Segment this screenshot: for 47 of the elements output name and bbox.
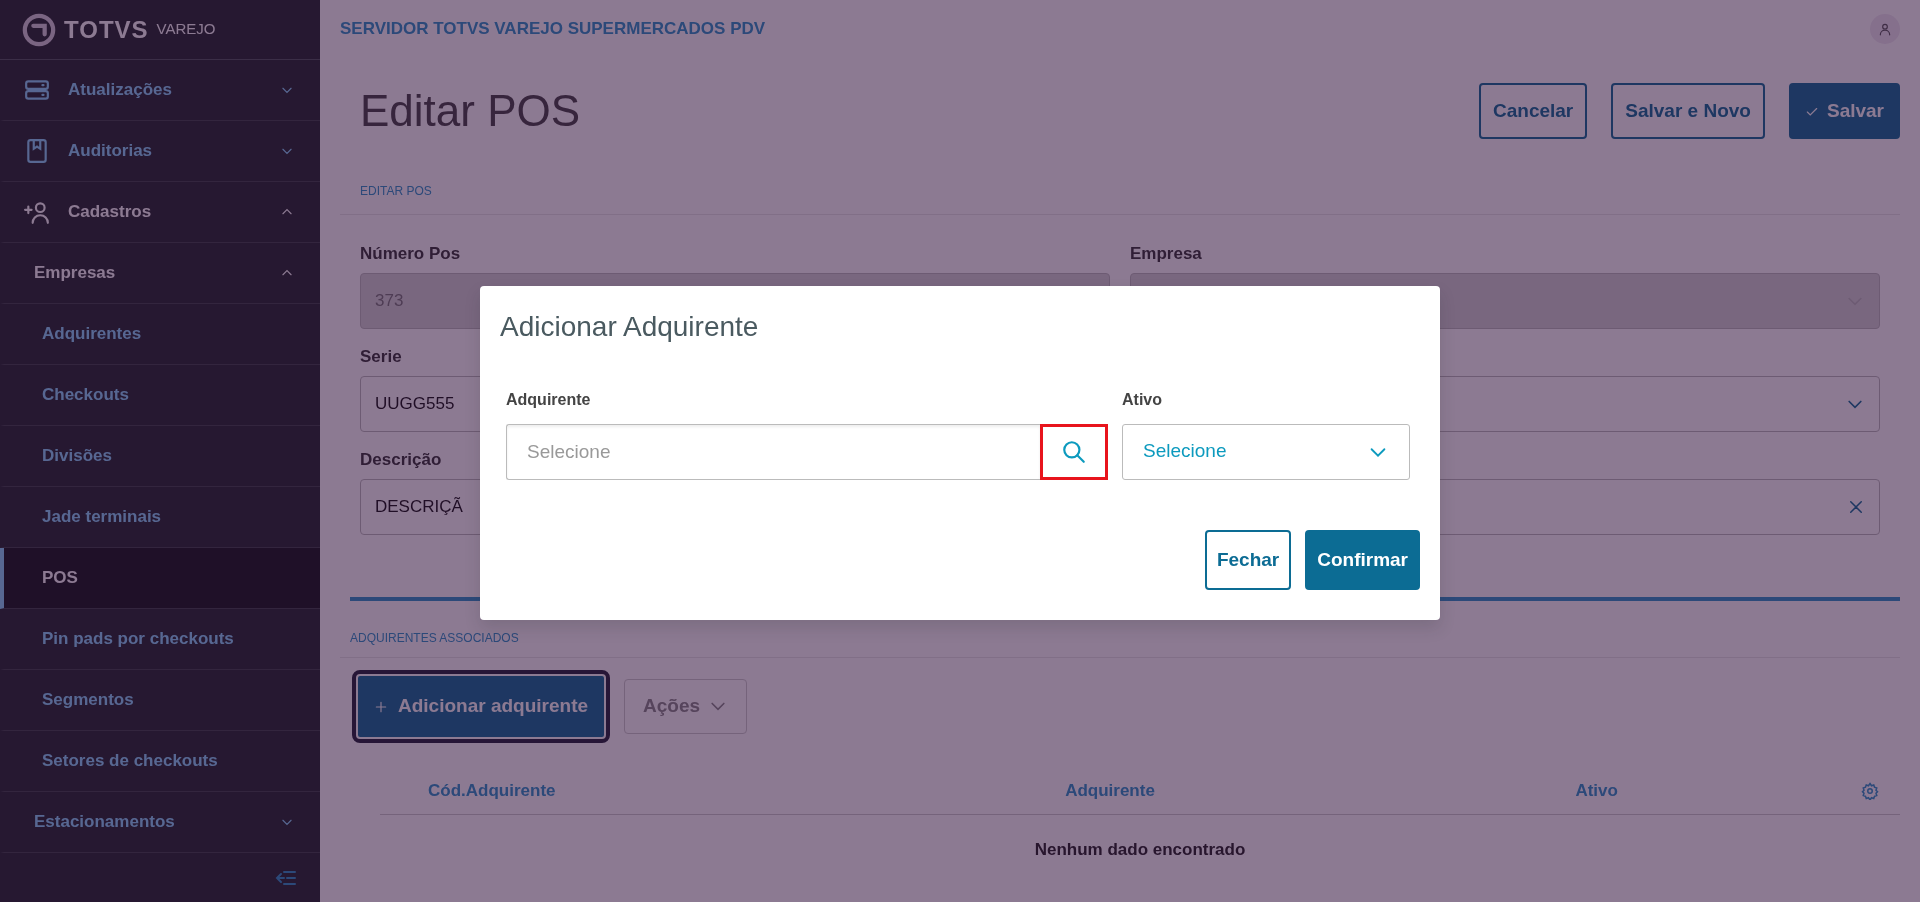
modal-button[interactable]: Confirmar	[1305, 529, 1420, 591]
plus-icon	[374, 700, 388, 714]
field-label: Ativo	[1122, 389, 1163, 410]
empty-message: Nenhum dado encontrado	[1034, 839, 1246, 859]
page-title: Editar POS	[360, 84, 581, 137]
sidebar-item[interactable]: Adquirentes	[0, 304, 320, 365]
sidebar-item[interactable]: Setores de checkouts	[0, 731, 320, 792]
input-field[interactable]: Selecione	[506, 423, 1040, 480]
field-label: Adquirente	[506, 389, 592, 410]
search-button[interactable]	[1040, 423, 1108, 480]
action-button[interactable]: Salvar	[1788, 82, 1900, 140]
sidebar-item[interactable]: Estacionamentos	[0, 792, 320, 853]
sidebar-item[interactable]: Auditorias	[0, 121, 320, 182]
book-icon	[24, 138, 50, 164]
table-settings-button[interactable]	[1861, 782, 1879, 800]
field-label: Serie	[360, 347, 402, 366]
clear-icon	[1847, 498, 1865, 516]
user-icon	[1878, 22, 1892, 36]
modal-title: Adicionar Adquirente	[500, 310, 760, 344]
action-button[interactable]: Salvar e Novo	[1611, 82, 1765, 140]
column-header[interactable]: Ativo	[1575, 778, 1618, 804]
column-header[interactable]: Cód.Adquirente	[380, 778, 867, 804]
column-header[interactable]: Adquirente	[1065, 778, 1155, 804]
add-user-icon	[24, 199, 50, 225]
sidebar-item[interactable]: Empresas	[0, 243, 320, 304]
product-name: VAREJO	[156, 19, 216, 40]
sidebar-item[interactable]: Divisões	[0, 426, 320, 487]
action-button[interactable]: Cancelar	[1479, 82, 1588, 140]
field-label: Número Pos	[360, 244, 461, 263]
user-avatar-button[interactable]	[1870, 14, 1900, 44]
app-title: SERVIDOR TOTVS VAREJO SUPERMERCADOS PDV	[340, 18, 766, 41]
sidebar-item[interactable]: Checkouts	[0, 365, 320, 426]
gear-icon	[1861, 782, 1879, 800]
server-icon	[24, 77, 50, 103]
brand-name: TOTVS	[64, 14, 149, 45]
modal-button[interactable]: Fechar	[1204, 529, 1292, 591]
section-title: EDITAR POS	[340, 164, 1900, 215]
field-label: Descrição	[360, 450, 442, 469]
sidebar-item[interactable]: Pin pads por checkouts	[0, 609, 320, 670]
field-label: Empresa	[1130, 244, 1202, 263]
sidebar-item[interactable]: Atualizações	[0, 60, 320, 121]
sidebar-item[interactable]: Segmentos	[0, 670, 320, 731]
select-field[interactable]: Selecione	[1122, 423, 1410, 480]
sidebar-item[interactable]: POS	[0, 548, 320, 609]
logo-icon	[22, 12, 56, 47]
search-icon	[1061, 438, 1087, 465]
sidebar-item[interactable]: Cadastros	[0, 182, 320, 243]
